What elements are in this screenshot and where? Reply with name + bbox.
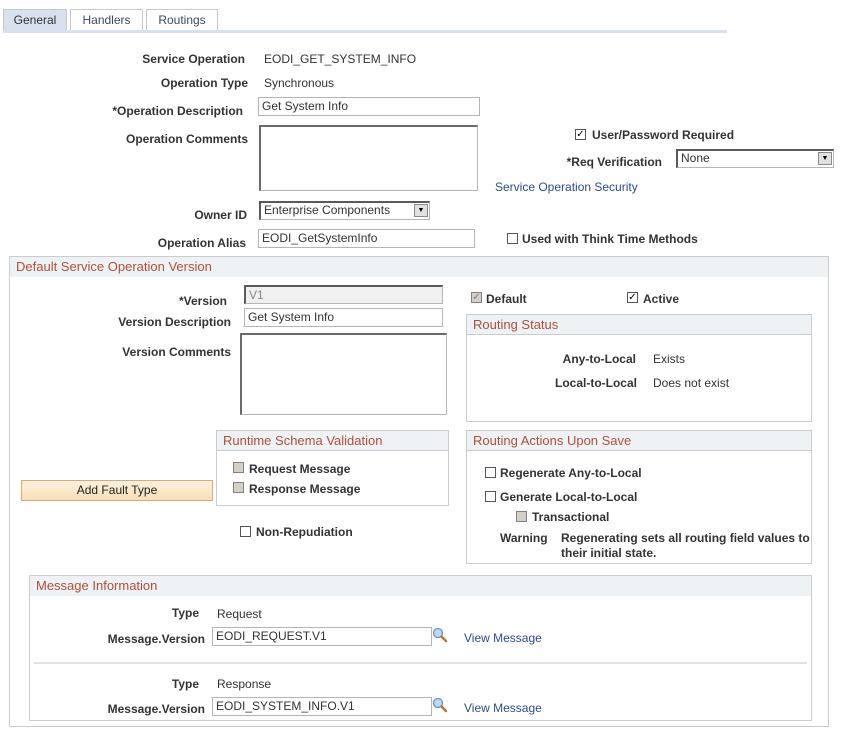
version-description-label: Version Description	[118, 315, 231, 329]
transactional-checkbox	[516, 511, 527, 522]
active-checkbox[interactable]: ✓	[627, 292, 638, 303]
request-message-checkbox	[233, 462, 244, 473]
non-repudiation-label: Non-Repudiation	[256, 525, 353, 539]
request-type-label: Type	[171, 606, 199, 620]
chevron-down-icon[interactable]: ▼	[414, 204, 428, 217]
operation-type-value: Synchronous	[264, 76, 335, 90]
owner-id-select[interactable]: Enterprise Components ▼	[259, 201, 430, 220]
response-message-version-input[interactable]: EODI_SYSTEM_INFO.V1	[212, 697, 432, 716]
response-message-version-label: Message.Version	[107, 702, 205, 716]
version-description-input[interactable]: Get System Info	[244, 308, 443, 327]
version-label: *Version	[178, 294, 227, 308]
response-type-value: Response	[217, 677, 272, 691]
message-separator	[34, 662, 807, 664]
generate-local-to-local-label: Generate Local-to-Local	[500, 490, 638, 504]
local-to-local-label: Local-to-Local	[554, 376, 637, 390]
user-password-required-checkbox[interactable]: ✓	[575, 129, 586, 140]
warning-label: Warning	[500, 531, 548, 545]
tab-underline	[3, 30, 727, 33]
operation-comments-textarea[interactable]	[259, 125, 478, 191]
version-comments-label: Version Comments	[122, 345, 231, 359]
warning-text-line2: their initial state.	[561, 546, 657, 560]
request-message-version-label: Message.Version	[107, 632, 205, 646]
tab-handlers[interactable]: Handlers	[70, 9, 143, 31]
generate-local-to-local-checkbox[interactable]	[485, 491, 496, 502]
runtime-schema-validation-title: Runtime Schema Validation	[217, 431, 448, 451]
response-type-label: Type	[171, 677, 199, 691]
operation-alias-input[interactable]: EODI_GetSystemInfo	[258, 229, 475, 248]
message-information-title: Message Information	[30, 576, 811, 596]
think-time-label: Used with Think Time Methods	[522, 232, 698, 246]
service-operation-label: Service Operation	[142, 52, 245, 66]
response-message-label: Response Message	[249, 482, 361, 496]
tab-general[interactable]: General	[3, 9, 67, 31]
service-operation-value: EODI_GET_SYSTEM_INFO	[264, 52, 417, 66]
version-comments-textarea[interactable]	[240, 333, 447, 415]
req-verification-value: None	[681, 151, 710, 165]
any-to-local-label: Any-to-Local	[562, 352, 636, 366]
transactional-label: Transactional	[532, 510, 610, 524]
req-verification-select[interactable]: None ▼	[676, 149, 834, 168]
operation-description-input[interactable]: Get System Info	[258, 97, 480, 116]
lookup-magnifier-icon[interactable]	[432, 697, 448, 713]
request-type-value: Request	[217, 607, 262, 621]
request-message-label: Request Message	[249, 462, 351, 476]
active-label: Active	[643, 292, 680, 306]
response-view-message-link[interactable]: View Message	[464, 701, 542, 715]
non-repudiation-checkbox[interactable]	[240, 526, 251, 537]
version-input: V1	[244, 285, 443, 304]
regenerate-any-to-local-label: Regenerate Any-to-Local	[500, 466, 642, 480]
operation-type-label: Operation Type	[160, 76, 248, 90]
think-time-checkbox[interactable]	[507, 233, 518, 244]
add-fault-type-button[interactable]: Add Fault Type	[21, 480, 213, 501]
user-password-required-label: User/Password Required	[592, 128, 735, 142]
routing-status-title: Routing Status	[467, 315, 811, 335]
request-view-message-link[interactable]: View Message	[464, 631, 542, 645]
operation-description-label: *Operation Description	[112, 104, 243, 118]
response-message-checkbox	[233, 482, 244, 493]
local-to-local-value: Does not exist	[653, 376, 730, 390]
operation-alias-label: Operation Alias	[157, 236, 246, 250]
lookup-magnifier-icon[interactable]	[432, 627, 448, 643]
operation-comments-label: Operation Comments	[125, 132, 248, 146]
owner-id-label: Owner ID	[194, 208, 247, 222]
tab-routings[interactable]: Routings	[146, 9, 218, 31]
service-operation-security-link[interactable]: Service Operation Security	[495, 180, 638, 194]
owner-id-value: Enterprise Components	[264, 203, 391, 217]
request-message-version-input[interactable]: EODI_REQUEST.V1	[212, 627, 432, 646]
warning-text-line1: Regenerating sets all routing field valu…	[561, 531, 810, 545]
regenerate-any-to-local-checkbox[interactable]	[485, 467, 496, 478]
chevron-down-icon[interactable]: ▼	[818, 152, 832, 165]
default-label: Default	[486, 292, 527, 306]
default-checkbox: ✓	[471, 292, 482, 303]
default-version-title: Default Service Operation Version	[10, 257, 828, 277]
req-verification-label: *Req Verification	[566, 155, 662, 169]
any-to-local-value: Exists	[653, 352, 686, 366]
routing-actions-title: Routing Actions Upon Save	[467, 431, 811, 451]
routing-status-box: Routing Status	[466, 314, 812, 422]
